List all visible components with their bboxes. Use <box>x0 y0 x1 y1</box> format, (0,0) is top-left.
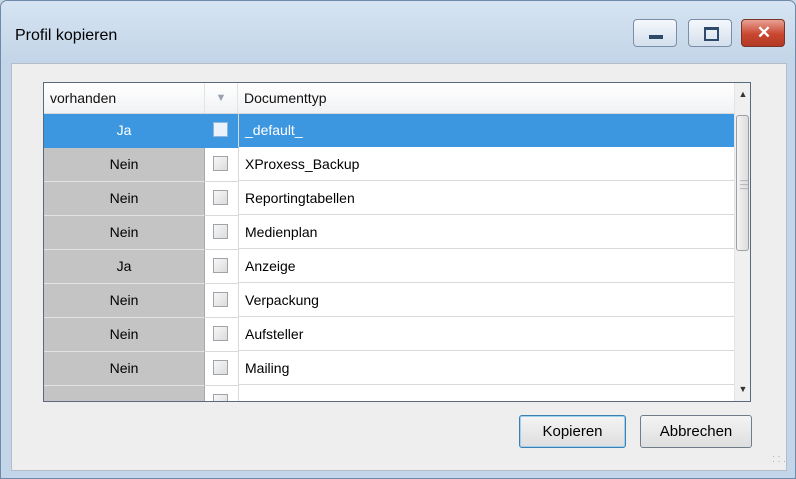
table-row[interactable]: Nein Mailing <box>44 352 734 386</box>
vorhanden-cell: Nein <box>44 216 205 250</box>
documenttyp-cell: Aufsteller <box>239 318 734 351</box>
vorhanden-cell: Nein <box>44 148 205 182</box>
abbrechen-button[interactable]: Abbrechen <box>640 415 752 448</box>
row-checkbox[interactable] <box>213 258 228 273</box>
table-row[interactable]: Nein Reportingtabellen <box>44 182 734 216</box>
row-checkbox[interactable] <box>213 224 228 239</box>
documenttyp-cell <box>239 386 734 401</box>
scroll-down-arrow-icon[interactable]: ▼ <box>735 380 750 398</box>
select-cell <box>205 318 239 352</box>
documenttyp-cell: XProxess_Backup <box>239 148 734 181</box>
table-row[interactable] <box>44 386 734 401</box>
vorhanden-cell: Nein <box>44 182 205 216</box>
select-cell <box>205 386 239 401</box>
filter-dropdown-icon[interactable]: ▼ <box>205 83 238 113</box>
vertical-scrollbar[interactable]: ▲ — — — ▼ <box>734 83 750 401</box>
minimize-icon <box>649 35 663 39</box>
table-row[interactable]: Nein Aufsteller <box>44 318 734 352</box>
vorhanden-cell: Nein <box>44 318 205 352</box>
table-row[interactable]: Nein XProxess_Backup <box>44 148 734 182</box>
vorhanden-cell: Ja <box>44 114 205 148</box>
close-icon: ✕ <box>756 23 772 42</box>
documenttyp-cell: Mailing <box>239 352 734 385</box>
row-checkbox[interactable] <box>213 360 228 375</box>
documenttyp-cell: Medienplan <box>239 216 734 249</box>
column-header-vorhanden[interactable]: vorhanden <box>44 83 205 113</box>
vorhanden-cell: Nein <box>44 352 205 386</box>
row-checkbox[interactable] <box>213 156 228 171</box>
grip-icon: — — — <box>740 176 748 193</box>
table-row[interactable]: Ja Anzeige <box>44 250 734 284</box>
select-cell <box>205 182 239 216</box>
documenttyp-cell: _default_ <box>239 114 734 147</box>
select-cell <box>205 114 239 148</box>
maximize-button[interactable] <box>688 19 732 47</box>
document-type-grid[interactable]: vorhanden ▼ Documenttyp Ja _default_ Nein X… <box>43 82 751 402</box>
column-header-documenttyp[interactable]: Documenttyp <box>238 83 734 113</box>
row-checkbox[interactable] <box>213 122 228 137</box>
title-bar[interactable]: Profil kopieren ✕ <box>1 1 795 63</box>
scroll-up-arrow-icon[interactable]: ▲ <box>735 85 750 103</box>
grid-header: vorhanden ▼ Documenttyp <box>44 83 734 114</box>
close-button[interactable]: ✕ <box>741 19 785 47</box>
dialog-client-area: vorhanden ▼ Documenttyp Ja _default_ Nein X… <box>11 63 787 471</box>
maximize-icon <box>704 27 719 41</box>
row-checkbox[interactable] <box>213 190 228 205</box>
table-row[interactable]: Nein Verpackung <box>44 284 734 318</box>
documenttyp-cell: Reportingtabellen <box>239 182 734 215</box>
vorhanden-cell <box>44 386 205 401</box>
select-cell <box>205 148 239 182</box>
window-title: Profil kopieren <box>15 27 118 44</box>
row-checkbox[interactable] <box>213 394 228 401</box>
documenttyp-cell: Verpackung <box>239 284 734 317</box>
kopieren-button[interactable]: Kopieren <box>519 415 626 448</box>
table-row[interactable]: Ja _default_ <box>44 114 734 148</box>
select-cell <box>205 250 239 284</box>
profil-kopieren-dialog: Profil kopieren ✕ vorhanden ▼ Documentty… <box>0 0 796 479</box>
vorhanden-cell: Nein <box>44 284 205 318</box>
scrollbar-thumb[interactable]: — — — <box>736 115 749 251</box>
resize-grip-icon[interactable]: · · · · · <box>772 452 786 468</box>
documenttyp-cell: Anzeige <box>239 250 734 283</box>
select-cell <box>205 216 239 250</box>
minimize-button[interactable] <box>633 19 677 47</box>
row-checkbox[interactable] <box>213 292 228 307</box>
vorhanden-cell: Ja <box>44 250 205 284</box>
row-checkbox[interactable] <box>213 326 228 341</box>
select-cell <box>205 352 239 386</box>
select-cell <box>205 284 239 318</box>
table-row[interactable]: Nein Medienplan <box>44 216 734 250</box>
